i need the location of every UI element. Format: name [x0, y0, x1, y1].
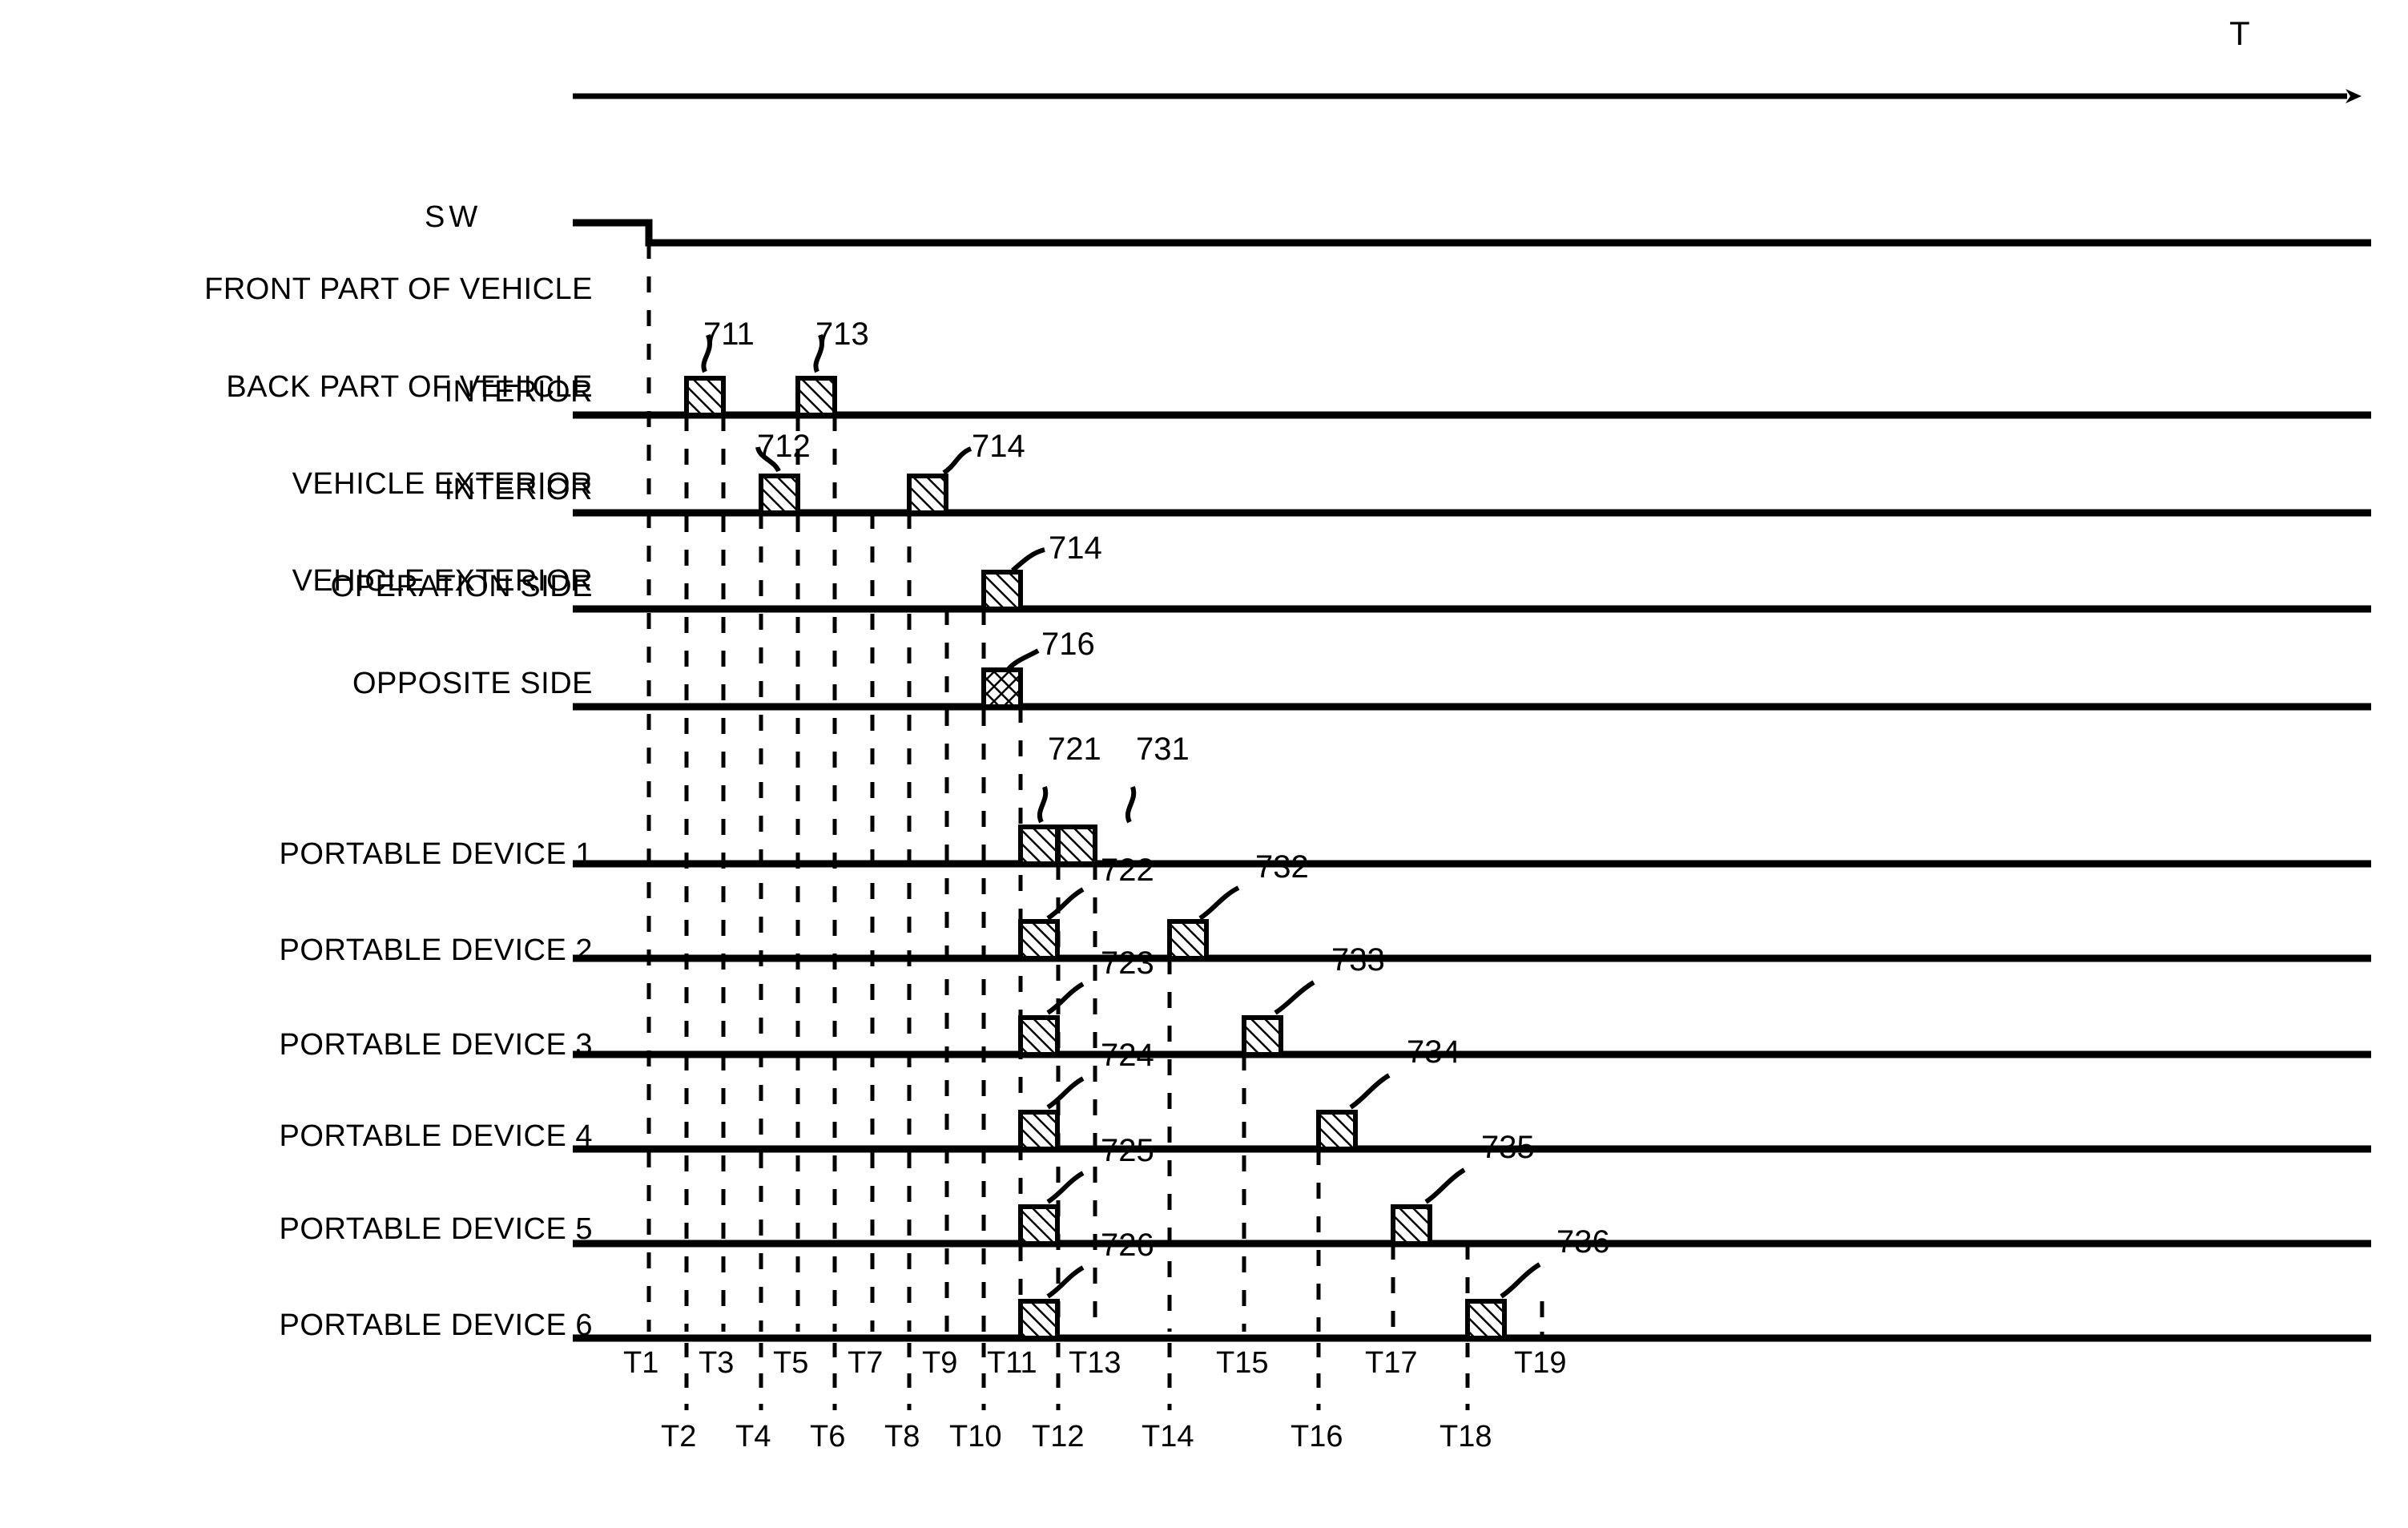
- pulse-721: [1018, 786, 1060, 866]
- ref-number-712: 712: [757, 429, 811, 464]
- row-label-line1: PORTABLE DEVICE 6: [279, 1308, 593, 1343]
- tick-label-T17: T17: [1365, 1346, 1418, 1380]
- sw-waveform: [573, 219, 2371, 247]
- tick-label-T11: T11: [987, 1346, 1037, 1380]
- tick-label-T19: T19: [1514, 1346, 1567, 1380]
- tick-label-T15: T15: [1216, 1346, 1269, 1380]
- ref-number-733: 733: [1331, 942, 1385, 978]
- time-gridlines-stubs: [1465, 1244, 1544, 1332]
- ref-number-714-back: 714: [972, 429, 1025, 464]
- row-label-line1: VEHICLE EXTERIOR: [292, 564, 593, 599]
- tick-label-T12: T12: [1032, 1420, 1085, 1453]
- signal-label-sw: SW: [425, 200, 482, 234]
- pulse-714-back: [907, 446, 972, 515]
- ref-number-716: 716: [1041, 627, 1095, 662]
- pulse-726: [1018, 1265, 1085, 1341]
- tick-label-T13: T13: [1069, 1346, 1121, 1380]
- ref-number-711: 711: [703, 316, 755, 352]
- signal-baselines: [573, 411, 2371, 1342]
- tick-label-T6: T6: [810, 1420, 846, 1453]
- pulse-736: [1465, 1262, 1541, 1341]
- ref-number-734: 734: [1407, 1034, 1460, 1070]
- ref-number-714-exterior: 714: [1049, 530, 1102, 566]
- tick-label-T5: T5: [773, 1346, 809, 1380]
- timing-diagram-figure: FRONT PART OF VEHICLE INTERIOR BACK PART…: [0, 0, 2408, 1528]
- time-axis-label: T: [2229, 14, 2250, 52]
- tick-label-T9: T9: [922, 1346, 958, 1380]
- tick-label-T4: T4: [735, 1420, 771, 1453]
- time-gridlines: [646, 243, 1544, 1338]
- pulse-725: [1018, 1171, 1085, 1246]
- ref-number-735: 735: [1481, 1130, 1535, 1165]
- pulse-722: [1018, 887, 1085, 961]
- pulse-716: [981, 648, 1040, 709]
- pulse-723: [1018, 982, 1085, 1057]
- tick-label-T1: T1: [623, 1346, 659, 1380]
- pulse-733: [1242, 980, 1315, 1057]
- ref-number-731: 731: [1136, 732, 1190, 767]
- tick-label-T18: T18: [1440, 1420, 1492, 1453]
- row-label-exterior-opposite: VEHICLE EXTERIOR OPPOSITE SIDE: [32, 496, 593, 768]
- pulse-735: [1391, 1167, 1466, 1246]
- ref-number-723: 723: [1101, 945, 1154, 981]
- tick-label-T10: T10: [949, 1420, 1002, 1453]
- pulse-714-exterior: [981, 547, 1045, 611]
- row-label-portable-6: PORTABLE DEVICE 6: [32, 1240, 593, 1411]
- tick-label-T3: T3: [699, 1346, 735, 1380]
- ref-number-724: 724: [1101, 1038, 1154, 1073]
- ref-number-736: 736: [1556, 1224, 1610, 1260]
- ref-number-732: 732: [1255, 849, 1309, 885]
- pulse-734: [1316, 1073, 1391, 1151]
- ref-number-721: 721: [1048, 732, 1101, 767]
- pulse-732: [1167, 885, 1240, 961]
- tick-label-T7: T7: [848, 1346, 884, 1380]
- ref-number-713: 713: [815, 316, 869, 352]
- row-label-line2: OPPOSITE SIDE: [352, 666, 593, 700]
- ref-number-726: 726: [1101, 1228, 1154, 1263]
- tick-label-T8: T8: [884, 1420, 920, 1453]
- tick-label-T16: T16: [1291, 1420, 1343, 1453]
- pulse-724: [1018, 1076, 1085, 1151]
- tick-label-T2: T2: [661, 1420, 697, 1453]
- ref-number-722: 722: [1101, 853, 1154, 888]
- tick-label-T14: T14: [1142, 1420, 1194, 1453]
- ref-number-725: 725: [1101, 1133, 1154, 1168]
